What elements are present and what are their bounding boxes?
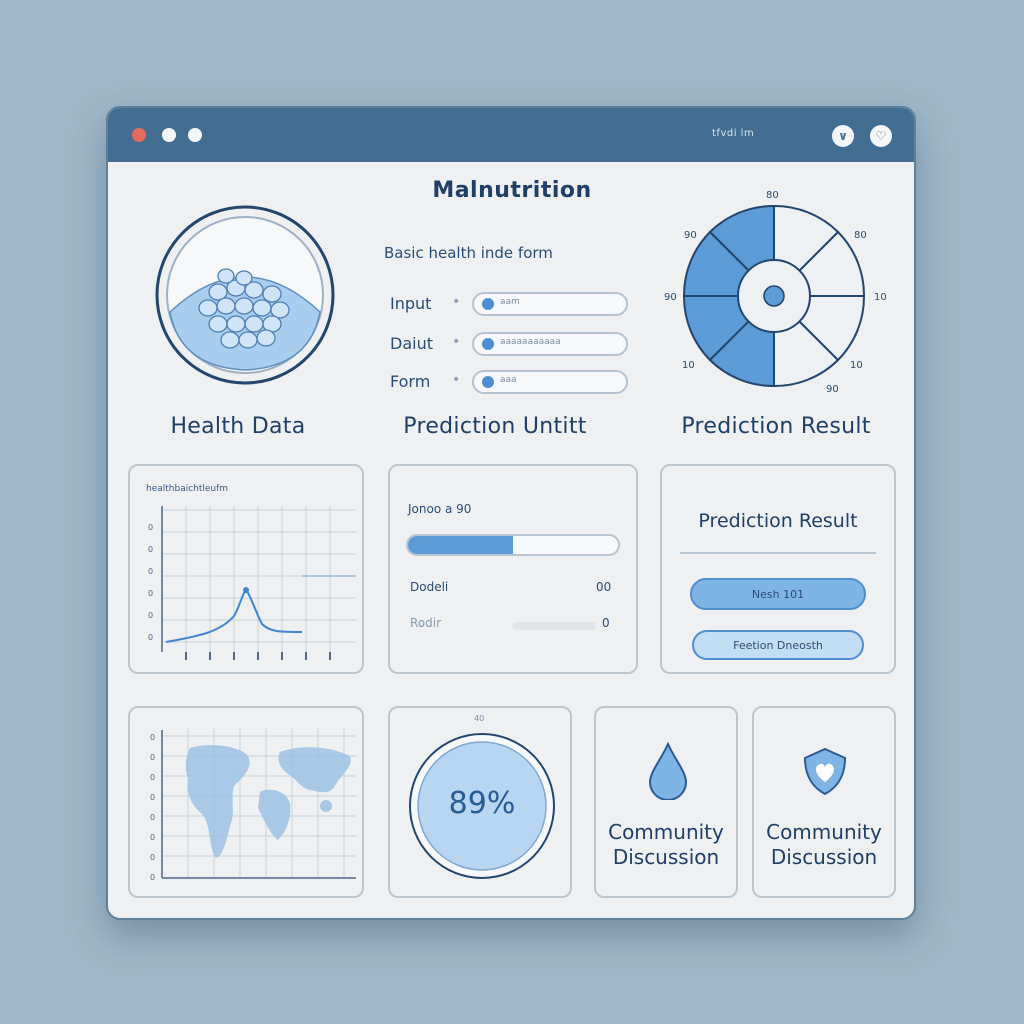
input-row2-bar [512, 622, 596, 630]
input-row1-label: Dodeli [410, 580, 449, 594]
section-label-health-data: Health Data [170, 414, 306, 439]
wheel-label: 10 [682, 360, 695, 371]
community-card-1[interactable]: Community Discussion [594, 706, 738, 898]
chart-y-tick: 0 [148, 523, 153, 532]
form-field[interactable]: aaa [472, 370, 628, 394]
field-bullet-icon [482, 298, 494, 310]
map-y-tick: 0 [150, 733, 155, 742]
data-field-value: aaaaaaaaaaa [500, 337, 561, 347]
gauge-card: 40 89% [388, 706, 572, 898]
map-chart-card: 0 0 0 0 0 0 0 0 [128, 706, 364, 898]
prediction-result-card: Prediction Result Nesh 101 Feetion Dneos… [660, 464, 896, 674]
form-separator: • [452, 294, 461, 310]
result-button-secondary[interactable]: Feetion Dneosth [692, 630, 864, 660]
input-row2-value: 0 [602, 616, 610, 630]
map-y-tick: 0 [150, 833, 155, 842]
prediction-input-card: Jonoo a 90 Dodeli 00 Rodir 0 [388, 464, 638, 674]
map-y-tick: 0 [150, 793, 155, 802]
form-field-value: aaa [500, 375, 517, 385]
field-bullet-icon [482, 376, 494, 388]
form-separator: • [452, 372, 461, 388]
form-label-form: Form [390, 372, 431, 391]
input-field[interactable]: aam [472, 292, 628, 316]
form-separator: • [452, 334, 461, 350]
app-window: tfvdi lm ∨ ♡ Malnutrition Basic health i… [106, 106, 916, 920]
prediction-progress-bar [406, 534, 620, 556]
page-title: Malnutrition [432, 178, 592, 203]
chart-y-tick: 0 [148, 545, 153, 554]
chart-y-tick: 0 [148, 589, 153, 598]
health-chart-card: healthbaichtleufm 0 0 0 0 0 0 [128, 464, 364, 674]
result-button-primary[interactable]: Nesh 101 [690, 578, 866, 610]
progress-fill [408, 536, 513, 554]
input-row1-value: 00 [596, 580, 612, 594]
heart-icon[interactable]: ♡ [870, 125, 892, 147]
map-y-tick: 0 [150, 873, 155, 882]
map-y-tick: 0 [150, 773, 155, 782]
wheel-label: 10 [874, 292, 887, 303]
heart-shield-icon [803, 747, 847, 796]
result-card-title: Prediction Result [698, 510, 858, 532]
wheel-label: 90 [684, 230, 697, 241]
wheel-label: 90 [826, 384, 839, 395]
map-y-tick: 0 [150, 753, 155, 762]
input-card-header: Jonoo a 90 [408, 502, 472, 516]
chart-y-tick: 0 [148, 633, 153, 642]
close-window-button[interactable] [132, 128, 146, 142]
chart-y-tick: 0 [148, 567, 153, 576]
field-bullet-icon [482, 338, 494, 350]
maximize-window-button[interactable] [188, 128, 202, 142]
wheel-label: 80 [766, 190, 779, 201]
data-field[interactable]: aaaaaaaaaaa [472, 332, 628, 356]
community-card-1-title: Community Discussion [608, 820, 724, 869]
wheel-label: 80 [854, 230, 867, 241]
health-data-bowl-icon [155, 205, 335, 385]
water-drop-icon [648, 742, 688, 800]
result-divider [680, 552, 876, 554]
chart-y-tick: 0 [148, 611, 153, 620]
title-bar-text: tfvdi lm [712, 128, 755, 139]
gauge-top-label: 40 [474, 714, 485, 723]
page-subtitle: Basic health inde form [384, 244, 553, 262]
form-label-input: Input [390, 294, 432, 313]
chevron-down-icon[interactable]: ∨ [832, 125, 854, 147]
section-label-prediction-result: Prediction Result [681, 414, 871, 439]
input-field-value: aam [500, 297, 520, 307]
community-card-2-title: Community Discussion [766, 820, 882, 869]
title-bar: tfvdi lm ∨ ♡ [108, 108, 914, 162]
health-line-chart: 0 0 0 0 0 0 [148, 506, 356, 660]
input-row2-label: Rodir [410, 616, 442, 630]
wheel-label: 10 [850, 360, 863, 371]
section-label-prediction-input: Prediction Untitt [403, 414, 587, 439]
map-y-tick: 0 [150, 813, 155, 822]
community-card-2[interactable]: Community Discussion [752, 706, 896, 898]
gauge-value: 89% [448, 786, 516, 821]
form-label-data: Daiut [390, 334, 433, 353]
map-y-tick: 0 [150, 853, 155, 862]
prediction-wheel-chart: 80 90 80 90 10 10 10 90 [664, 190, 887, 395]
minimize-window-button[interactable] [162, 128, 176, 142]
world-map-chart: 0 0 0 0 0 0 0 0 [150, 728, 356, 882]
wheel-label: 90 [664, 292, 677, 303]
